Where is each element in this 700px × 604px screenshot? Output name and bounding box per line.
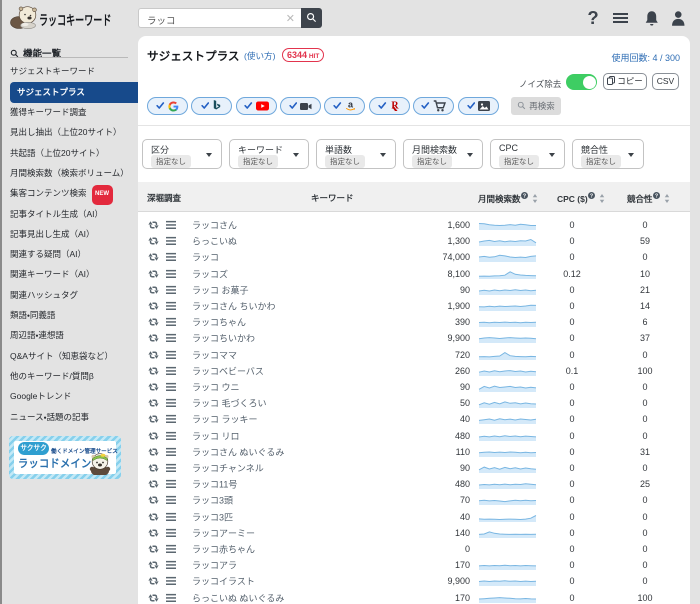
svg-text:?: ? [654, 193, 657, 199]
svg-text:?: ? [590, 193, 593, 199]
svg-text:?: ? [522, 193, 525, 199]
svg-text:?: ? [587, 8, 598, 28]
svg-text:a: a [348, 100, 354, 110]
